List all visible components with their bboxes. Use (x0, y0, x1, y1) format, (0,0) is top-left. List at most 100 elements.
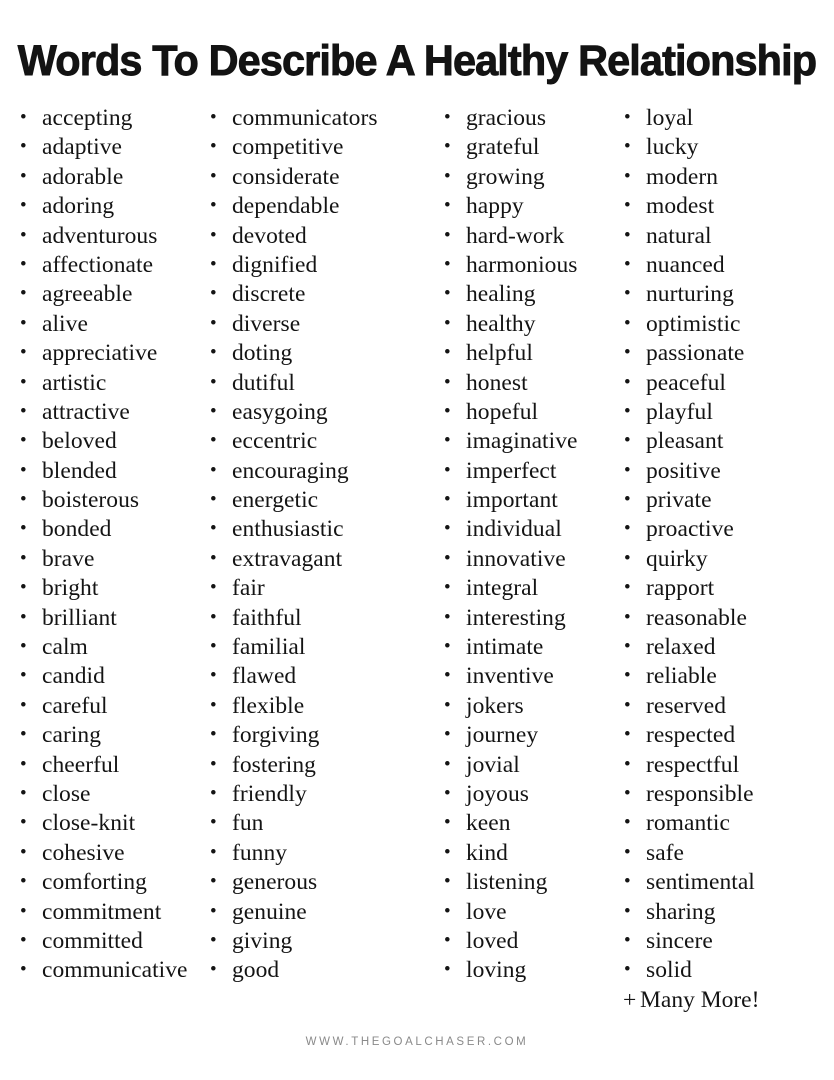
word-list-item: • kind (438, 839, 604, 868)
bullet-icon: • (624, 577, 631, 599)
word-list-item: • bright (14, 574, 190, 603)
word-label: natural (646, 222, 712, 249)
word-column-2: • communicators • competitive • considerate • d… (190, 104, 422, 986)
word-list-item: • honest (438, 369, 604, 398)
bullet-icon: • (624, 812, 631, 834)
word-label: loving (466, 957, 527, 984)
bullet-icon: • (210, 165, 217, 187)
bullet-icon: • (624, 430, 631, 452)
word-list-item: • inventive (438, 662, 604, 691)
word-list-item: • hopeful (438, 398, 604, 427)
word-list-item: • playful (618, 398, 834, 427)
bullet-icon: • (210, 871, 217, 893)
bullet-icon: • (624, 900, 631, 922)
word-label: appreciative (42, 340, 158, 367)
word-label: alive (42, 310, 88, 337)
word-label: optimistic (646, 310, 741, 337)
bullet-icon: • (20, 636, 27, 658)
word-label: sharing (646, 898, 716, 925)
word-label: innovative (466, 545, 566, 572)
word-list-item: • reliable (618, 662, 834, 691)
word-list-item: • private (618, 486, 834, 515)
bullet-icon: • (20, 782, 27, 804)
bullet-icon: • (20, 224, 27, 246)
word-list-item: • commitment (14, 898, 190, 927)
word-list-item: • dignified (204, 251, 422, 280)
word-label: responsible (646, 780, 754, 807)
bullet-icon: • (444, 665, 451, 687)
word-label: flexible (232, 692, 305, 719)
bullet-icon: • (444, 871, 451, 893)
bullet-icon: • (624, 459, 631, 481)
bullet-icon: • (20, 518, 27, 540)
word-label: interesting (466, 604, 566, 631)
word-list-item: • relaxed (618, 633, 834, 662)
bullet-icon: • (20, 812, 27, 834)
bullet-icon: • (624, 724, 631, 746)
word-list-item: • committed (14, 927, 190, 956)
word-list-item: • modest (618, 192, 834, 221)
word-list-item: • positive (618, 457, 834, 486)
bullet-icon: • (444, 724, 451, 746)
plus-icon: + (623, 986, 637, 1013)
word-list-item: • bonded (14, 515, 190, 544)
word-list-item: • natural (618, 222, 834, 251)
word-list-item: • sentimental (618, 868, 834, 897)
bullet-icon: • (210, 782, 217, 804)
word-label: reserved (646, 692, 726, 719)
word-list-item: • keen (438, 809, 604, 838)
word-label: bonded (42, 516, 112, 543)
bullet-icon: • (210, 900, 217, 922)
word-label: loyal (646, 105, 694, 131)
bullet-icon: • (444, 812, 451, 834)
word-list-item: • cohesive (14, 839, 190, 868)
word-label: keen (466, 810, 511, 837)
word-list-item: • healing (438, 280, 604, 309)
bullet-icon: • (624, 400, 631, 422)
word-list-item: • imperfect (438, 457, 604, 486)
word-label: fun (232, 810, 264, 837)
bullet-icon: • (624, 253, 631, 275)
word-label: adaptive (42, 134, 122, 161)
bullet-icon: • (444, 107, 451, 128)
bullet-icon: • (444, 165, 451, 187)
word-list-item: • blended (14, 457, 190, 486)
word-list-item: • artistic (14, 369, 190, 398)
bullet-icon: • (444, 489, 451, 511)
word-list-item: • close (14, 780, 190, 809)
bullet-icon: • (444, 518, 451, 540)
word-list-item: • candid (14, 662, 190, 691)
word-label: safe (646, 839, 685, 866)
bullet-icon: • (624, 165, 631, 187)
word-list-item: • cheerful (14, 751, 190, 780)
word-label: doting (232, 340, 293, 367)
word-list-item: • easygoing (204, 398, 422, 427)
bullet-icon: • (210, 136, 217, 158)
word-label: blended (42, 457, 117, 484)
word-list-item: • lucky (618, 133, 834, 162)
word-list-item: • comforting (14, 868, 190, 897)
word-list-item: • healthy (438, 310, 604, 339)
word-list-item: • adventurous (14, 222, 190, 251)
site-watermark: WWW.THEGOALCHASER.COM (305, 1036, 529, 1048)
word-label: discrete (232, 281, 306, 308)
word-list-item: • innovative (438, 545, 604, 574)
bullet-icon: • (20, 665, 27, 687)
bullet-icon: • (210, 195, 217, 217)
word-label: respectful (646, 751, 740, 778)
word-list-item: • adorable (14, 163, 190, 192)
bullet-icon: • (20, 547, 27, 569)
word-label: generous (232, 869, 318, 896)
word-label: diverse (232, 310, 301, 337)
word-list-item: • safe (618, 839, 834, 868)
word-list-item: • dependable (204, 192, 422, 221)
bullet-icon: • (210, 224, 217, 246)
word-list-item: • listening (438, 868, 604, 897)
word-list-item: • affectionate (14, 251, 190, 280)
word-label: playful (646, 398, 713, 425)
bullet-icon: • (444, 459, 451, 481)
word-label: extravagant (232, 545, 343, 572)
word-list-item: • friendly (204, 780, 422, 809)
word-label: considerate (232, 163, 340, 190)
word-label: romantic (646, 810, 730, 837)
